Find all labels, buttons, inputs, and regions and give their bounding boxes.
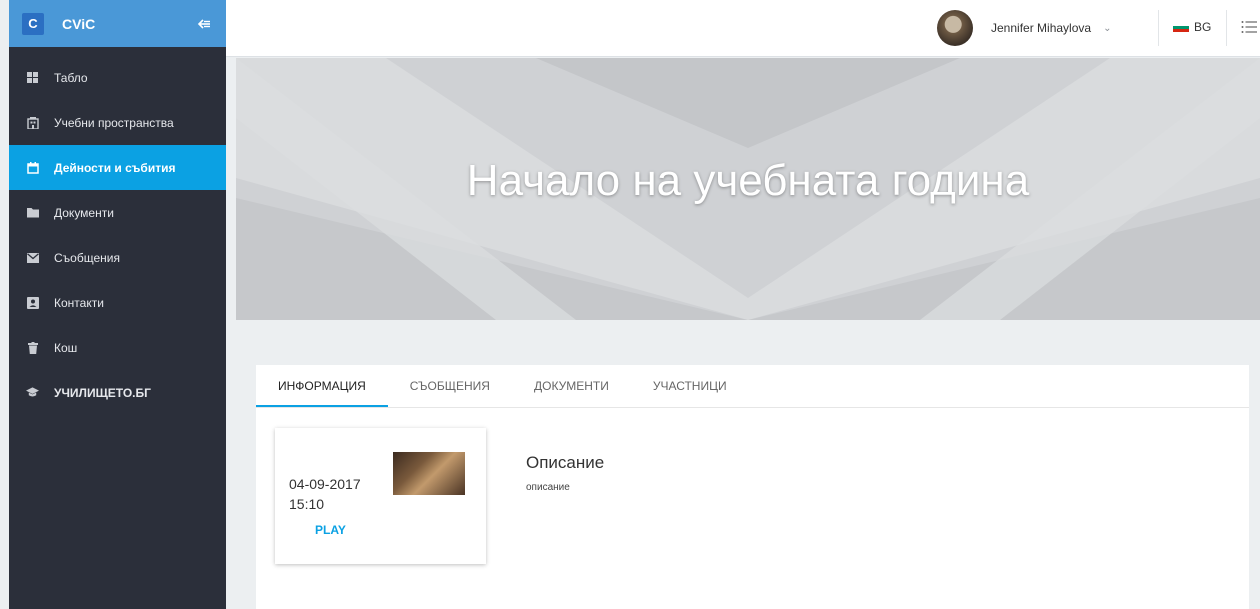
description-text: описание xyxy=(526,482,570,493)
contact-card-icon xyxy=(26,296,39,309)
user-menu[interactable]: Jennifer Mihaylova ⌄ xyxy=(937,10,1111,46)
list-menu-icon[interactable] xyxy=(1240,18,1258,36)
event-date: 04-09-2017 xyxy=(289,476,361,492)
tab-documents[interactable]: ДОКУМЕНТИ xyxy=(512,365,631,407)
sidebar-item-school-bg[interactable]: УЧИЛИЩЕТО.БГ xyxy=(9,370,226,415)
sidebar-item-learning-spaces[interactable]: Учебни пространства xyxy=(9,100,226,145)
event-video-card: 04-09-2017 15:10 PLAY xyxy=(275,428,486,564)
brand-name: CViC xyxy=(62,15,96,32)
banner-title: Начало на учебната година xyxy=(466,156,1030,205)
app-root: C CViC Табло Учебни пространства Дейност… xyxy=(0,0,1260,609)
event-datetime: 04-09-2017 15:10 xyxy=(289,474,361,514)
sidebar-item-label: Табло xyxy=(54,70,88,85)
calendar-icon xyxy=(26,161,39,174)
sidebar-item-activities[interactable]: Дейности и събития xyxy=(9,145,226,190)
grid-icon xyxy=(26,71,39,84)
tab-messages[interactable]: СЪОБЩЕНИЯ xyxy=(388,365,512,407)
sidebar-item-dashboard[interactable]: Табло xyxy=(9,55,226,100)
sidebar-item-label: Дейности и събития xyxy=(54,160,176,175)
building-icon xyxy=(26,116,39,129)
tab-information[interactable]: ИНФОРМАЦИЯ xyxy=(256,365,388,407)
description-block: Описание описание xyxy=(526,453,604,493)
brand-logo: C xyxy=(22,12,44,35)
top-bar: Jennifer Mihaylova ⌄ BG xyxy=(226,0,1260,57)
sidebar: C CViC Табло Учебни пространства Дейност… xyxy=(9,0,226,609)
video-thumbnail[interactable] xyxy=(393,452,465,495)
language-label: BG xyxy=(1194,20,1212,34)
tab-bar: ИНФОРМАЦИЯ СЪОБЩЕНИЯ ДОКУМЕНТИ УЧАСТНИЦИ xyxy=(256,365,1249,408)
sidebar-item-label: УЧИЛИЩЕТО.БГ xyxy=(54,385,151,400)
collapse-sidebar-icon[interactable] xyxy=(195,15,213,33)
sidebar-item-trash[interactable]: Кош xyxy=(9,325,226,370)
sidebar-item-documents[interactable]: Документи xyxy=(9,190,226,235)
play-button[interactable]: PLAY xyxy=(315,523,346,537)
sidebar-item-label: Кош xyxy=(54,340,78,355)
description-title: Описание xyxy=(526,453,605,472)
envelope-icon xyxy=(26,251,39,264)
graduation-cap-icon xyxy=(26,386,39,399)
event-details-panel: ИНФОРМАЦИЯ СЪОБЩЕНИЯ ДОКУМЕНТИ УЧАСТНИЦИ… xyxy=(256,365,1249,609)
bulgarian-flag-icon xyxy=(1173,22,1189,32)
sidebar-item-label: Учебни пространства xyxy=(54,115,174,130)
folder-icon xyxy=(26,206,39,219)
event-banner: Начало на учебната година xyxy=(236,58,1260,320)
trash-icon xyxy=(26,341,39,354)
brand-bar: C CViC xyxy=(9,0,226,47)
sidebar-menu: Табло Учебни пространства Дейности и съб… xyxy=(9,55,226,415)
divider xyxy=(1158,10,1159,46)
sidebar-item-messages[interactable]: Съобщения xyxy=(9,235,226,280)
sidebar-item-label: Контакти xyxy=(54,295,104,310)
divider xyxy=(1226,10,1227,46)
tab-participants[interactable]: УЧАСТНИЦИ xyxy=(631,365,749,407)
avatar xyxy=(937,10,973,46)
sidebar-item-contacts[interactable]: Контакти xyxy=(9,280,226,325)
event-time: 15:10 xyxy=(289,496,325,512)
language-selector[interactable]: BG xyxy=(1173,20,1211,34)
chevron-down-icon: ⌄ xyxy=(1103,22,1112,34)
sidebar-item-label: Съобщения xyxy=(54,250,120,265)
user-name: Jennifer Mihaylova xyxy=(991,21,1092,35)
sidebar-item-label: Документи xyxy=(54,205,114,220)
